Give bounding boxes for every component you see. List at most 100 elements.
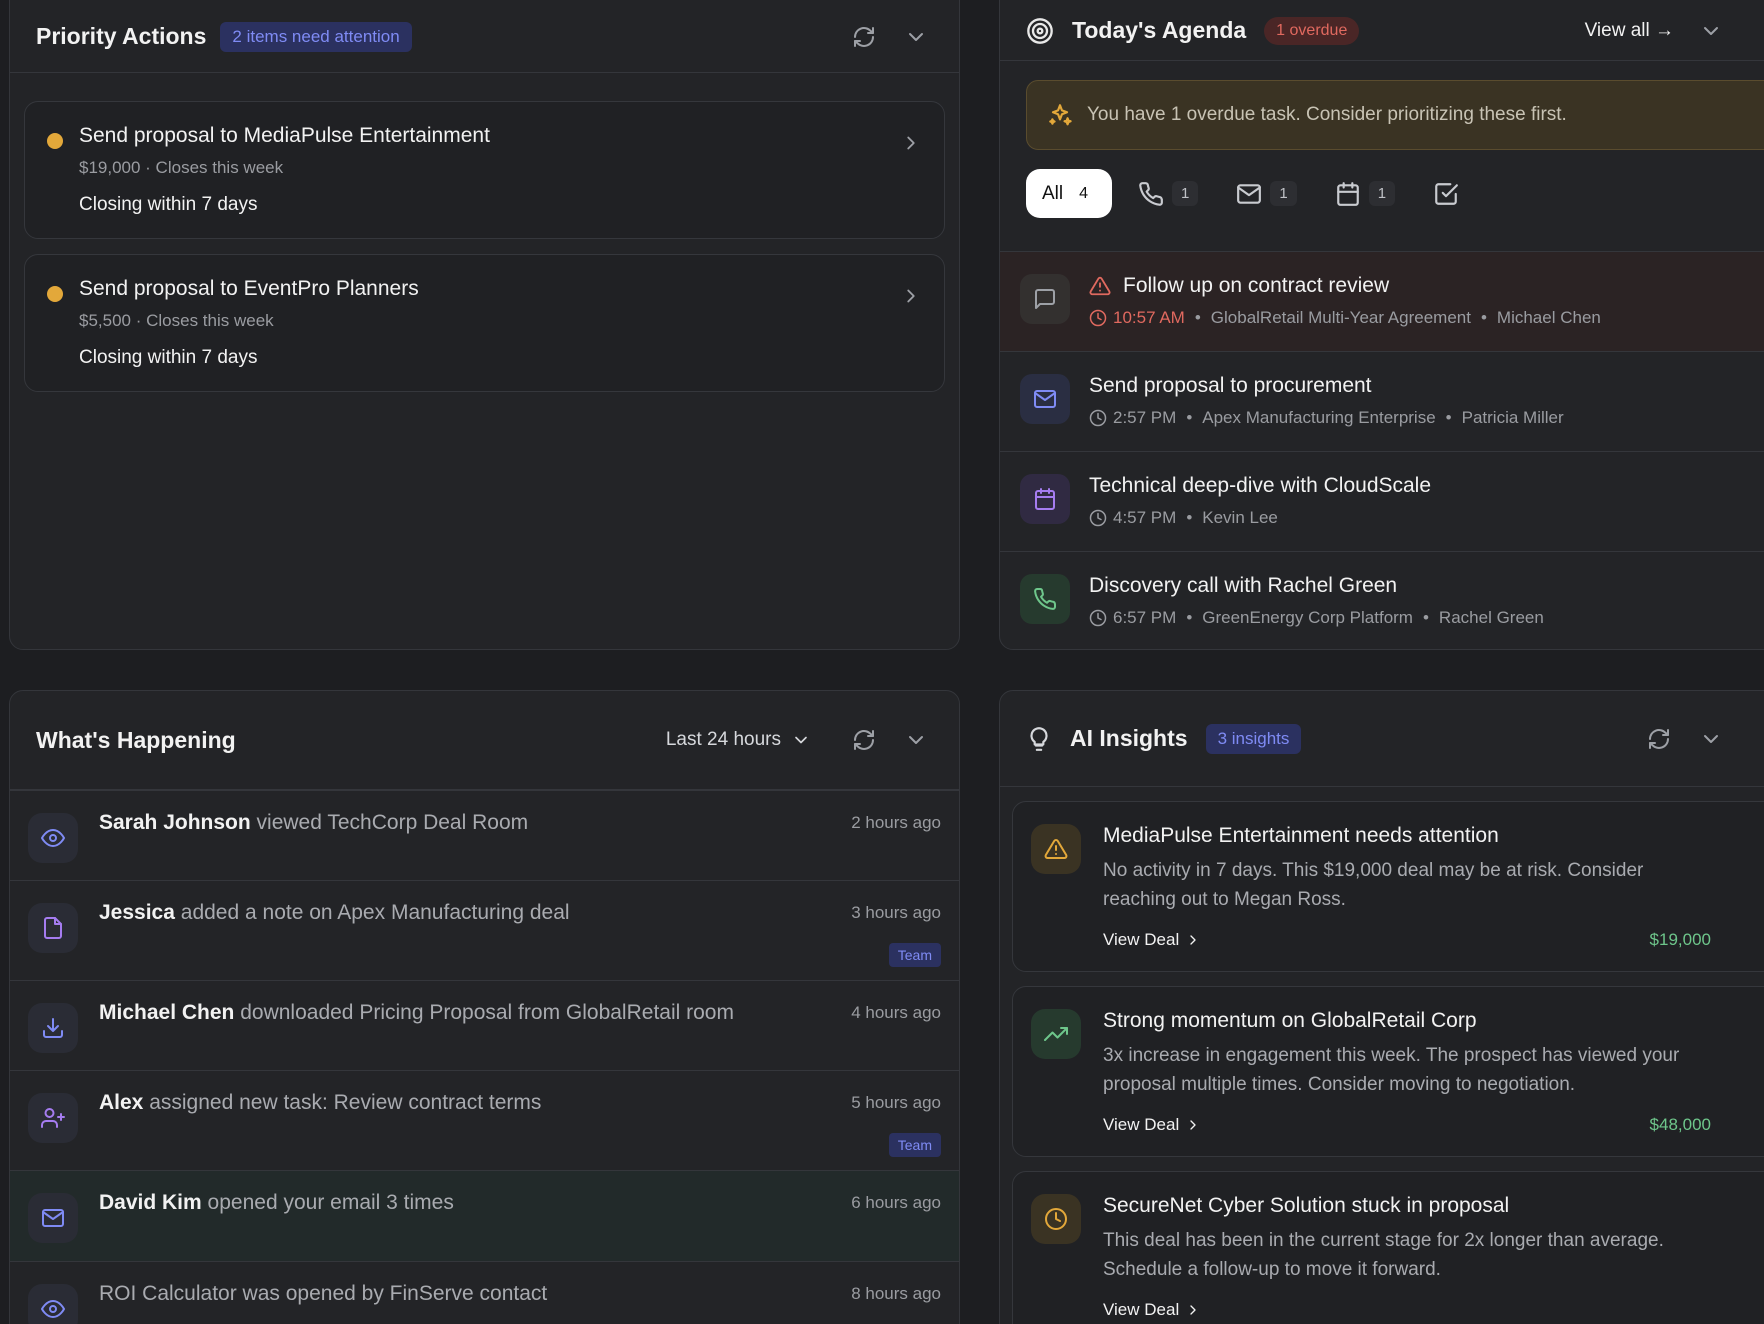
activity-text: Jessica added a note on Apex Manufacturi… bbox=[99, 901, 570, 925]
priority-item[interactable]: Send proposal to EventPro Planners $5,50… bbox=[24, 254, 945, 392]
activity-desc: assigned new task: Review contract terms bbox=[149, 1091, 542, 1114]
agenda-item-deal[interactable]: GlobalRetail Multi-Year Agreement bbox=[1211, 308, 1471, 328]
agenda-item-deal[interactable]: Apex Manufacturing Enterprise bbox=[1202, 408, 1435, 428]
activity-time: 8 hours ago bbox=[851, 1284, 941, 1303]
agenda-item[interactable]: Discovery call with Rachel Green 6:57 PM… bbox=[1000, 551, 1764, 649]
filter-all-count: 4 bbox=[1079, 184, 1089, 202]
activity-text: ROI Calculator was opened by FinServe co… bbox=[99, 1282, 547, 1306]
agenda-item[interactable]: Follow up on contract review 10:57 AM • … bbox=[1000, 251, 1764, 351]
agenda-header: Today's Agenda 1 overdue View all → bbox=[1000, 1, 1764, 61]
download-icon bbox=[28, 1003, 78, 1053]
team-badge: Team bbox=[888, 1133, 941, 1157]
collapse-chevron-icon[interactable] bbox=[1696, 724, 1726, 754]
insight-item: SecureNet Cyber Solution stuck in propos… bbox=[1012, 1171, 1764, 1324]
insights-badge: 3 insights bbox=[1205, 723, 1302, 754]
refresh-icon[interactable] bbox=[849, 725, 879, 755]
activity-item[interactable]: David Kim opened your email 3 times 6 ho… bbox=[10, 1170, 959, 1261]
chevron-right-icon[interactable] bbox=[900, 285, 922, 312]
activity-actor: Jessica bbox=[99, 901, 175, 924]
view-deal-label: View Deal bbox=[1103, 1115, 1180, 1134]
agenda-item[interactable]: Send proposal to procurement 2:57 PM • A… bbox=[1000, 351, 1764, 451]
chevron-down-icon bbox=[791, 730, 811, 750]
collapse-chevron-icon[interactable] bbox=[1696, 16, 1726, 46]
activity-time: 6 hours ago bbox=[851, 1193, 941, 1212]
agenda-item-person[interactable]: Michael Chen bbox=[1497, 308, 1601, 328]
mail-icon bbox=[1020, 374, 1070, 424]
insight-body: No activity in 7 days. This $19,000 deal… bbox=[1103, 860, 1644, 910]
filter-emails-count: 1 bbox=[1270, 181, 1297, 206]
refresh-icon[interactable] bbox=[849, 22, 879, 52]
activity-item[interactable]: Michael Chen downloaded Pricing Proposal… bbox=[10, 980, 959, 1070]
filter-all[interactable]: All 4 bbox=[1026, 169, 1113, 218]
insight-amount: $48,000 bbox=[1649, 1115, 1711, 1134]
view-all-link[interactable]: View all → bbox=[1585, 20, 1674, 42]
activity-actor: Alex bbox=[99, 1091, 144, 1114]
activity-item[interactable]: Alex assigned new task: Review contract … bbox=[10, 1070, 959, 1170]
agenda-item-meta: 2:57 PM • Apex Manufacturing Enterprise … bbox=[1089, 408, 1564, 428]
view-deal-label: View Deal bbox=[1103, 1300, 1180, 1319]
insights-card: AI Insights 3 insights MediaPulse Entert… bbox=[999, 690, 1764, 1324]
chevron-right-icon[interactable] bbox=[900, 132, 922, 159]
message-icon bbox=[1020, 274, 1070, 324]
priority-dot bbox=[47, 133, 63, 149]
filter-emails[interactable]: 1 bbox=[1236, 169, 1297, 218]
priority-item-closing: Closing within 7 days bbox=[79, 194, 258, 215]
activity-text: Alex assigned new task: Review contract … bbox=[99, 1091, 541, 1115]
insight-item: MediaPulse Entertainment needs attention… bbox=[1012, 801, 1764, 972]
range-select-label: Last 24 hours bbox=[665, 729, 781, 750]
clock-icon bbox=[1031, 1194, 1081, 1244]
agenda-item-title: Discovery call with Rachel Green bbox=[1089, 574, 1398, 597]
agenda-filters: All 4 1 1 1 bbox=[1026, 169, 1459, 218]
alert-triangle-icon bbox=[1031, 824, 1081, 874]
agenda-card: Today's Agenda 1 overdue View all → You … bbox=[999, 0, 1764, 650]
filter-all-label: All bbox=[1042, 182, 1064, 204]
collapse-chevron-icon[interactable] bbox=[901, 725, 931, 755]
activity-desc: ROI Calculator was opened by FinServe co… bbox=[99, 1282, 548, 1305]
collapse-chevron-icon[interactable] bbox=[901, 22, 931, 52]
activity-item[interactable]: Sarah Johnson viewed TechCorp Deal Room … bbox=[10, 790, 959, 880]
sparkles-icon bbox=[1047, 102, 1073, 128]
priority-item-sub: $19,000 · Closes this week bbox=[79, 158, 284, 177]
activity-desc: opened your email 3 times bbox=[207, 1191, 454, 1214]
priority-actions-card: Priority Actions 2 items need attention … bbox=[9, 0, 960, 650]
happening-title: What's Happening bbox=[36, 726, 236, 753]
activity-time: 5 hours ago bbox=[851, 1093, 941, 1112]
file-icon bbox=[28, 903, 78, 953]
insights-header: AI Insights 3 insights bbox=[1000, 691, 1764, 787]
priority-actions-header: Priority Actions 2 items need attention bbox=[10, 1, 959, 73]
refresh-icon[interactable] bbox=[1644, 724, 1674, 754]
activity-item[interactable]: Jessica added a note on Apex Manufacturi… bbox=[10, 880, 959, 980]
activity-time: 2 hours ago bbox=[851, 813, 941, 832]
agenda-item[interactable]: Technical deep-dive with CloudScale 4:57… bbox=[1000, 451, 1764, 551]
activity-actor: David Kim bbox=[99, 1191, 202, 1214]
filter-meetings[interactable]: 1 bbox=[1335, 169, 1396, 218]
insights-title: AI Insights bbox=[1070, 725, 1188, 751]
lightbulb-icon bbox=[1026, 726, 1052, 752]
agenda-item-deal[interactable]: GreenEnergy Corp Platform bbox=[1202, 608, 1413, 628]
range-select[interactable]: Last 24 hours bbox=[666, 729, 811, 751]
filter-meetings-count: 1 bbox=[1368, 181, 1396, 206]
agenda-item-person[interactable]: Patricia Miller bbox=[1462, 408, 1564, 428]
overdue-notice: You have 1 overdue task. Consider priori… bbox=[1026, 80, 1764, 150]
calendar-icon bbox=[1020, 474, 1070, 524]
activity-desc: added a note on Apex Manufacturing deal bbox=[180, 901, 570, 924]
activity-text: Michael Chen downloaded Pricing Proposal… bbox=[99, 1001, 734, 1025]
agenda-item-title: Technical deep-dive with CloudScale bbox=[1089, 474, 1432, 497]
activity-time: 4 hours ago bbox=[851, 1003, 941, 1022]
filter-tasks[interactable] bbox=[1433, 169, 1459, 218]
agenda-item-person[interactable]: Kevin Lee bbox=[1202, 508, 1278, 528]
agenda-item-person[interactable]: Rachel Green bbox=[1439, 608, 1544, 628]
clock-icon bbox=[1089, 609, 1107, 627]
chevron-right-icon bbox=[1185, 1302, 1201, 1318]
team-badge: Team bbox=[888, 943, 941, 967]
insight-body: This deal has been in the current stage … bbox=[1103, 1230, 1664, 1280]
view-deal-link[interactable]: View Deal bbox=[1103, 1115, 1201, 1135]
mail-icon bbox=[28, 1193, 78, 1243]
agenda-item-time: 10:57 AM bbox=[1113, 308, 1185, 327]
activity-actor: Sarah Johnson bbox=[99, 811, 251, 834]
priority-item[interactable]: Send proposal to MediaPulse Entertainmen… bbox=[24, 101, 945, 239]
activity-item[interactable]: ROI Calculator was opened by FinServe co… bbox=[10, 1261, 959, 1324]
view-deal-link[interactable]: View Deal bbox=[1103, 1300, 1201, 1320]
view-deal-link[interactable]: View Deal bbox=[1103, 930, 1201, 950]
filter-calls[interactable]: 1 bbox=[1138, 169, 1199, 218]
